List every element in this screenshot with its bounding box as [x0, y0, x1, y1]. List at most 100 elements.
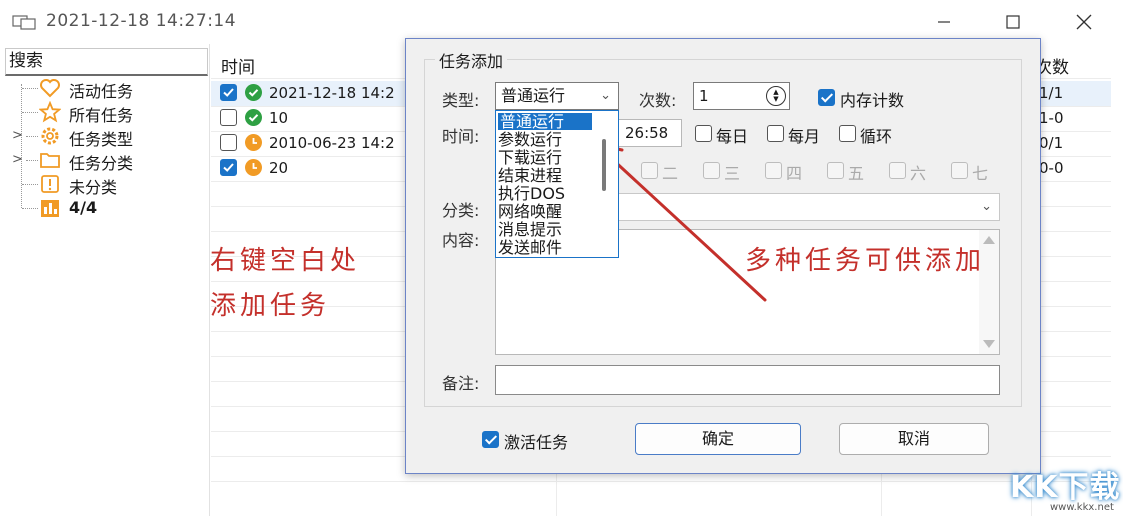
tree-item-active-tasks[interactable]: 活动任务	[0, 76, 210, 101]
star-icon	[39, 101, 61, 123]
search-label[interactable]: 搜索	[5, 48, 208, 76]
row-count: 1-0	[1039, 109, 1064, 127]
type-label: 类型:	[442, 91, 480, 110]
row-checkbox[interactable]	[220, 84, 237, 101]
dropdown-option[interactable]: 参数运行	[498, 131, 562, 148]
tree-item-task-types[interactable]: > 任务类型	[0, 124, 210, 149]
daily-label: 每日	[716, 127, 749, 146]
tree-item-all-tasks[interactable]: 所有任务	[0, 100, 210, 125]
memory-count-label: 内存计数	[840, 91, 905, 110]
clock-status-icon	[245, 134, 262, 151]
close-button[interactable]	[1061, 6, 1107, 38]
maximize-icon	[1006, 15, 1020, 29]
weekday-5-checkbox[interactable]	[827, 162, 844, 179]
memory-count-checkbox[interactable]	[818, 89, 835, 106]
dropdown-option[interactable]: 发送邮件	[498, 239, 562, 256]
type-select-value: 普通运行	[501, 86, 566, 105]
check-icon	[223, 88, 234, 97]
stepper-icon[interactable]: ▲ ▼	[766, 86, 786, 106]
folder-icon	[40, 153, 60, 168]
row-time: 20	[269, 159, 289, 177]
weekday-2-label: 二	[662, 164, 679, 183]
type-select[interactable]: 普通运行 ⌄	[495, 82, 619, 110]
exclamation-icon	[41, 175, 59, 193]
chevron-right-icon[interactable]: >	[12, 152, 23, 167]
dropdown-option[interactable]: 普通运行	[498, 113, 592, 130]
check-icon	[223, 163, 234, 172]
row-checkbox[interactable]	[220, 109, 237, 126]
success-status-icon	[245, 109, 262, 126]
tree-item-label: 任务类型	[69, 130, 134, 149]
dropdown-option[interactable]: 消息提示	[498, 221, 562, 238]
weekday-6-label: 六	[910, 164, 927, 183]
weekday-4-checkbox[interactable]	[765, 162, 782, 179]
chart-icon	[41, 200, 59, 217]
type-dropdown-list[interactable]: 普通运行 参数运行 下载运行 结束进程 执行DOS 网络唤醒 消息提示 发送邮件	[495, 110, 619, 258]
content-label: 内容:	[442, 231, 480, 250]
group-title: 任务添加	[435, 48, 508, 72]
row-checkbox[interactable]	[220, 134, 237, 151]
count-value: 1	[699, 87, 709, 105]
weekday-5-label: 五	[848, 164, 865, 183]
window-title: 2021-12-18 14:27:14	[46, 11, 237, 31]
watermark-url: www.kkx.net	[1050, 502, 1114, 513]
loop-checkbox[interactable]	[839, 125, 856, 142]
category-label: 分类:	[442, 201, 480, 220]
column-header-time[interactable]: 时间	[221, 53, 255, 78]
count-stepper[interactable]: 1 ▲ ▼	[693, 82, 790, 110]
row-count: 0/1	[1039, 134, 1064, 152]
weekday-7-label: 七	[972, 164, 989, 183]
cancel-button[interactable]: 取消	[839, 423, 989, 455]
scroll-down-icon[interactable]	[983, 340, 995, 348]
loop-label: 循环	[860, 127, 893, 146]
activate-task-checkbox[interactable]	[482, 431, 499, 448]
dropdown-option[interactable]: 执行DOS	[498, 185, 565, 202]
dropdown-scrollbar[interactable]	[602, 139, 606, 191]
weekday-3-checkbox[interactable]	[703, 162, 720, 179]
chevron-down-icon: ⌄	[600, 88, 611, 103]
minimize-button[interactable]	[921, 6, 967, 38]
row-time: 2010-06-23 14:2	[269, 134, 395, 152]
chevron-down-icon: ⌄	[981, 199, 992, 214]
daily-checkbox[interactable]	[695, 125, 712, 142]
heart-icon	[40, 79, 60, 98]
tree-item-label: 所有任务	[69, 106, 134, 125]
remark-label: 备注:	[442, 374, 480, 393]
activate-task-label: 激活任务	[504, 433, 569, 452]
tree-item-label: 任务分类	[69, 154, 134, 173]
watermark-text: KK下载	[1010, 470, 1121, 505]
time-value: 26:58	[625, 124, 669, 142]
weekday-4-label: 四	[786, 164, 803, 183]
success-status-icon	[245, 84, 262, 101]
annotation-multiple-task-types: 多种任务可供添加	[745, 246, 986, 276]
maximize-button[interactable]	[990, 6, 1036, 38]
weekday-6-checkbox[interactable]	[889, 162, 906, 179]
row-checkbox[interactable]	[220, 159, 237, 176]
tree-item-stats[interactable]: 4/4	[0, 196, 210, 220]
row-count: 0-0	[1039, 159, 1064, 177]
weekday-7-checkbox[interactable]	[951, 162, 968, 179]
time-input[interactable]: 26:58	[618, 119, 682, 147]
dropdown-option[interactable]: 结束进程	[498, 167, 562, 184]
chevron-right-icon[interactable]: >	[12, 128, 23, 143]
tree-item-task-categories[interactable]: > 任务分类	[0, 148, 210, 173]
count-label: 次数:	[639, 91, 677, 110]
gear-icon	[41, 127, 59, 145]
dropdown-option[interactable]: 下载运行	[498, 149, 562, 166]
tree-item-label: 活动任务	[69, 82, 134, 101]
monthly-checkbox[interactable]	[767, 125, 784, 142]
dropdown-option[interactable]: 网络唤醒	[498, 203, 562, 220]
row-time: 10	[269, 109, 289, 127]
weekday-3-label: 三	[724, 164, 741, 183]
tree-item-label: 4/4	[69, 198, 98, 217]
ok-button[interactable]: 确定	[635, 423, 801, 455]
tree-item-label: 未分类	[69, 178, 118, 197]
remark-input[interactable]	[495, 365, 1000, 395]
category-tree: 搜索 活动任务 所有任务 > 任务类型 > 任务分类 未分类 4/4	[0, 44, 210, 516]
monthly-label: 每月	[788, 127, 821, 146]
annotation-right-click-hint-line1: 右键空白处	[210, 246, 361, 276]
row-time: 2021-12-18 14:2	[269, 84, 395, 102]
row-count: 1/1	[1039, 84, 1064, 102]
tree-item-uncategorized[interactable]: 未分类	[0, 172, 210, 197]
weekday-2-checkbox[interactable]	[641, 162, 658, 179]
